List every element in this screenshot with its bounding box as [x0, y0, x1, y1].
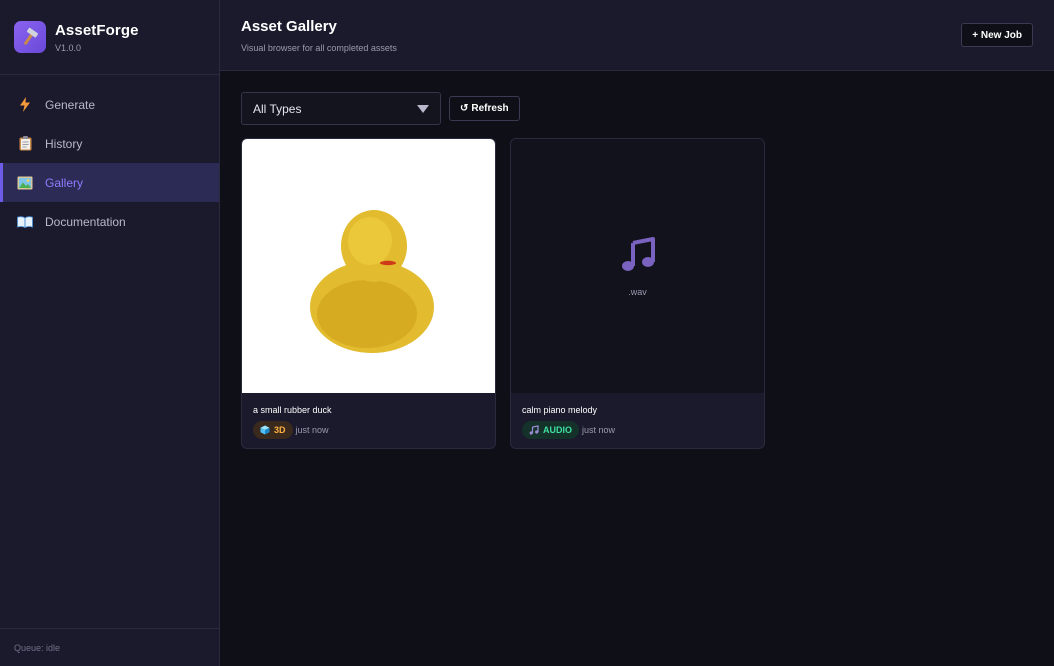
asset-time: just now: [295, 425, 329, 435]
type-badge-label: AUDIO: [543, 425, 572, 435]
asset-preview: [242, 139, 495, 393]
sidebar: AssetForge V1.0.0 Generate History Galle…: [0, 0, 220, 666]
asset-info: a small rubber duck 3D just now: [242, 393, 495, 439]
type-filter-select[interactable]: All Types: [241, 92, 441, 125]
picture-icon: [17, 175, 33, 191]
sidebar-item-label: History: [45, 136, 83, 151]
sidebar-item-documentation[interactable]: Documentation: [0, 202, 219, 241]
main-content: Asset Gallery Visual browser for all com…: [220, 0, 1054, 666]
sidebar-nav: Generate History Gallery Documentation: [0, 75, 219, 241]
hammer-icon: [14, 21, 46, 53]
chevron-down-icon: [417, 105, 429, 113]
refresh-icon: ↺: [460, 103, 469, 114]
sidebar-item-label: Generate: [45, 97, 96, 112]
refresh-button[interactable]: ↺ Refresh: [449, 96, 520, 121]
sidebar-item-gallery[interactable]: Gallery: [0, 163, 219, 202]
asset-title: calm piano melody: [522, 405, 598, 415]
music-note-icon: [620, 236, 656, 277]
page-title: Asset Gallery: [241, 18, 337, 35]
type-badge: 3D: [253, 421, 293, 439]
brand: AssetForge V1.0.0: [0, 0, 219, 75]
type-filter-value: All Types: [253, 101, 302, 116]
type-badge: AUDIO: [522, 421, 579, 439]
asset-grid: a small rubber duck 3D just now .wav cal…: [241, 138, 765, 449]
app-root: AssetForge V1.0.0 Generate History Galle…: [0, 0, 1054, 666]
asset-info: calm piano melody AUDIO just now: [511, 393, 764, 439]
duck-image: [310, 210, 434, 353]
sidebar-item-generate[interactable]: Generate: [0, 85, 219, 124]
new-job-button[interactable]: + New Job: [961, 23, 1033, 47]
asset-time: just now: [582, 425, 616, 435]
sidebar-item-label: Gallery: [45, 175, 84, 190]
asset-card[interactable]: .wav calm piano melody AUDIO just now: [510, 138, 765, 449]
brand-version: V1.0.0: [55, 42, 82, 53]
asset-preview: .wav: [511, 139, 764, 393]
brand-name: AssetForge: [55, 21, 139, 39]
asset-meta: AUDIO just now: [522, 421, 753, 439]
asset-title: a small rubber duck: [253, 405, 332, 415]
refresh-label: Refresh: [471, 103, 509, 114]
clipboard-icon: [17, 136, 33, 152]
page-header: Asset Gallery Visual browser for all com…: [220, 0, 1054, 71]
queue-status: Queue: idle: [0, 628, 219, 666]
lightning-icon: [17, 97, 33, 113]
book-icon: [17, 214, 33, 230]
file-extension: .wav: [628, 286, 647, 297]
page-subtitle: Visual browser for all completed assets: [241, 43, 397, 53]
cube-icon: [260, 425, 270, 435]
sidebar-item-label: Documentation: [45, 214, 126, 229]
asset-card[interactable]: a small rubber duck 3D just now: [241, 138, 496, 449]
asset-meta: 3D just now: [253, 421, 484, 439]
gallery-toolbar: All Types ↺ Refresh: [241, 92, 520, 125]
music-note-icon: [529, 425, 539, 435]
type-badge-label: 3D: [274, 425, 286, 435]
sidebar-item-history[interactable]: History: [0, 124, 219, 163]
